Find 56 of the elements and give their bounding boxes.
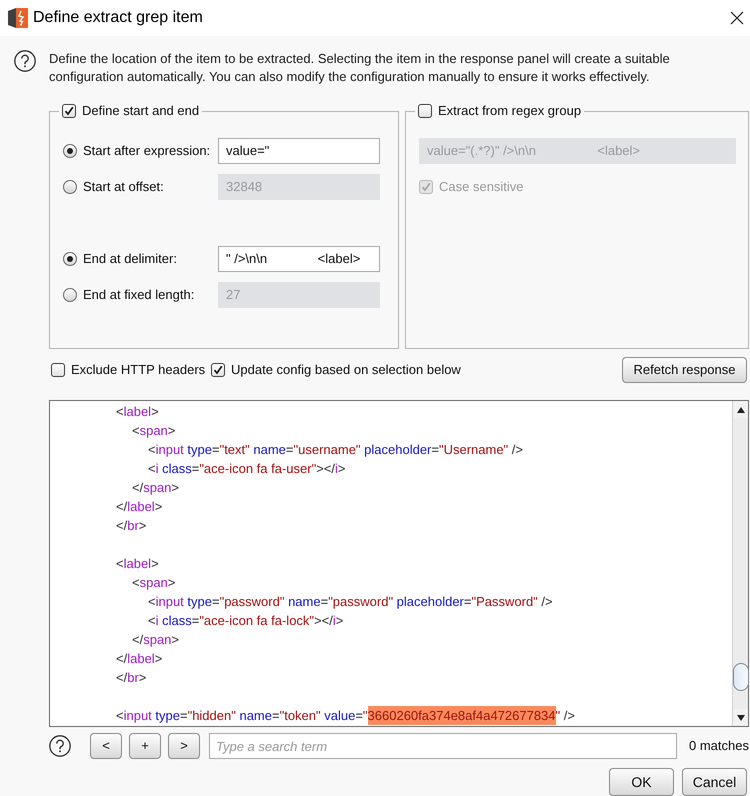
window-title: Define extract grep item <box>33 8 203 28</box>
text-field[interactable]: value=" <box>218 138 380 164</box>
code-line: </label> <box>116 650 162 668</box>
code-line: </span> <box>132 630 180 649</box>
option-label: End at fixed length: <box>83 286 194 304</box>
code-text: " /> <box>556 706 575 725</box>
search-nav-button[interactable]: > <box>168 733 200 759</box>
checkbox-label: Update config based on selection below <box>231 361 461 380</box>
checkbox-label: Case sensitive <box>439 178 524 196</box>
code-line: <label> <box>116 554 159 573</box>
code-line: <input type="password" name="password" placeholder="Password" /> <box>148 592 553 611</box>
selected-text: 3660260fa374e8af4a472677834 <box>368 706 556 726</box>
code-line: <span> <box>132 422 176 440</box>
code-text: <input type="hidden" name="token" value=" <box>116 706 368 725</box>
scroll-up-button[interactable] <box>733 401 748 418</box>
option-label: Start after expression: <box>83 142 210 160</box>
checkbox-label: Extract from regex group <box>438 102 582 120</box>
code-line: <span> <box>132 574 176 592</box>
close-icon[interactable] <box>730 11 744 25</box>
code-line: </label> <box>116 498 162 516</box>
checkbox-label: Exclude HTTP headers <box>71 361 206 380</box>
match-count: 0 matches <box>689 737 749 756</box>
radio-button[interactable] <box>63 252 77 266</box>
code-line: </br> <box>116 516 146 535</box>
refetch-button[interactable]: Refetch response <box>622 357 747 383</box>
search-nav-button[interactable]: + <box>129 733 161 759</box>
code-line: </br> <box>116 668 146 687</box>
dialog-button[interactable]: Cancel <box>682 768 747 796</box>
code-line: <i class="ace-icon fa fa-user"></i> <box>148 460 346 478</box>
dialog-button[interactable]: OK <box>609 768 674 796</box>
help-icon[interactable] <box>14 50 36 72</box>
checkbox[interactable] <box>51 363 65 377</box>
search-nav-button[interactable]: < <box>90 733 122 759</box>
scrollbar[interactable] <box>732 401 748 726</box>
checkbox[interactable] <box>62 104 76 118</box>
checkbox-label: Define start and end <box>82 102 200 120</box>
radio-button[interactable] <box>63 288 77 302</box>
code-line: <label> <box>116 402 159 421</box>
checkbox[interactable] <box>211 363 225 377</box>
code-line: <i class="ace-icon fa fa-lock"></i> <box>148 612 344 630</box>
help-icon[interactable] <box>49 735 71 757</box>
checkbox[interactable] <box>418 104 432 118</box>
radio-button[interactable] <box>63 180 77 194</box>
help-text: Define the location of the item to be extracted. Selecting the item in the response panel will create a suitable configuration automatically. You can also modify the configuration manually to ensure it works effectively. <box>49 50 671 86</box>
app-logo-icon <box>8 8 28 28</box>
text-field[interactable]: " />\n\n <label> <box>218 246 380 272</box>
scroll-down-button[interactable] <box>733 709 748 726</box>
option-label: End at delimiter: <box>83 250 177 268</box>
code-line: <input type="text" name="username" placeholder="Username" /> <box>148 440 523 459</box>
scrollbar-thumb[interactable] <box>732 663 748 691</box>
code-line: </span> <box>132 478 180 497</box>
radio-button[interactable] <box>63 144 77 158</box>
up-arrow-icon <box>736 406 744 412</box>
option-label: Start at offset: <box>83 178 164 196</box>
down-arrow-icon <box>736 714 744 720</box>
search-field[interactable]: Type a search term <box>209 733 677 759</box>
